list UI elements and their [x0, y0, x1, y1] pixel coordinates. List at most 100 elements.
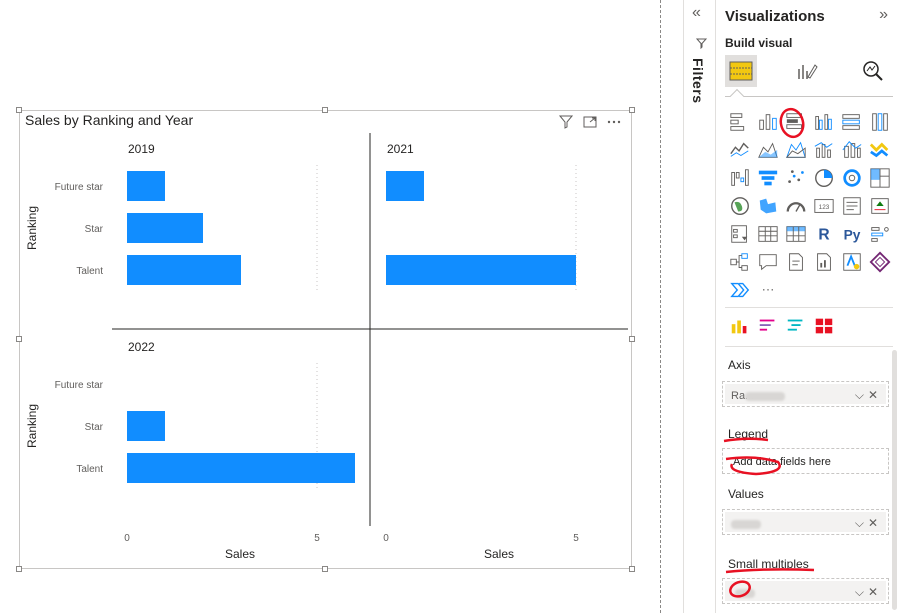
category-label: Future star — [55, 182, 104, 193]
100-stacked-column-icon[interactable] — [866, 108, 894, 136]
resize-handle[interactable] — [322, 107, 328, 113]
category-label: Talent — [76, 266, 103, 277]
values-well-label: Values — [728, 487, 764, 501]
analytics-magnifier-icon — [863, 61, 883, 81]
visualizations-pane: Visualizations » Build visual 123 R Py ·… — [715, 0, 897, 613]
format-visual-tab[interactable] — [791, 55, 823, 87]
scatter-icon[interactable] — [782, 164, 810, 192]
field-controls[interactable]: ⌵✕ — [855, 516, 882, 531]
line-stacked-column-icon[interactable] — [838, 136, 866, 164]
smart-narrative-icon[interactable] — [782, 248, 810, 276]
paintbrush-icon — [798, 64, 818, 79]
stacked-column-icon[interactable] — [754, 108, 782, 136]
paginated-report-icon[interactable] — [810, 248, 838, 276]
gallery-row — [726, 248, 894, 276]
python-visual-icon[interactable]: Py — [838, 220, 866, 248]
x-tick-label: 0 — [124, 533, 130, 544]
r-visual-icon[interactable]: R — [810, 220, 838, 248]
pie-icon[interactable] — [810, 164, 838, 192]
donut-icon[interactable] — [838, 164, 866, 192]
matrix-icon[interactable] — [782, 220, 810, 248]
resize-handle[interactable] — [629, 107, 635, 113]
small-multiples-bar-visual[interactable]: Sales by Ranking and Year 2019 Future sta… — [19, 110, 632, 569]
custom-visual-1-icon[interactable] — [726, 312, 754, 340]
card-icon[interactable]: 123 — [810, 192, 838, 220]
gallery-row — [726, 312, 894, 340]
small-multiples-well[interactable]: ⌵✕ — [722, 578, 889, 604]
power-apps-icon[interactable] — [866, 248, 894, 276]
svg-text:Py: Py — [844, 228, 861, 243]
slicer-icon[interactable] — [726, 220, 754, 248]
panel-title: 2022 — [128, 340, 155, 354]
gauge-icon[interactable] — [782, 192, 810, 220]
azure-map-icon[interactable] — [838, 248, 866, 276]
treemap-icon[interactable] — [866, 164, 894, 192]
stacked-bar-icon[interactable] — [726, 108, 754, 136]
key-influencers-icon[interactable] — [866, 220, 894, 248]
stacked-area-icon[interactable] — [782, 136, 810, 164]
resize-handle[interactable] — [629, 566, 635, 572]
field-controls[interactable]: ⌵✕ — [855, 388, 882, 403]
tab-caret — [729, 88, 745, 104]
pane-scrollbar[interactable] — [892, 350, 897, 610]
ribbon-chart-icon[interactable] — [866, 136, 894, 164]
bar — [386, 171, 424, 201]
table-icon[interactable] — [754, 220, 782, 248]
resize-handle[interactable] — [629, 336, 635, 342]
axis-well[interactable]: Ra... ⌵✕ — [722, 381, 889, 407]
funnel-icon[interactable] — [754, 164, 782, 192]
legend-well-label: Legend — [728, 427, 769, 441]
collapse-double-left-icon[interactable]: « — [692, 4, 701, 22]
line-chart-icon[interactable] — [726, 136, 754, 164]
build-visual-tab[interactable] — [725, 55, 757, 87]
filters-label[interactable]: Filters — [690, 58, 706, 104]
values-well[interactable]: ⌵✕ — [722, 509, 889, 535]
custom-visual-3-icon[interactable] — [782, 312, 810, 340]
category-label: Talent — [76, 464, 103, 475]
filters-pane-collapsed[interactable]: « Filters — [683, 0, 715, 613]
legend-placeholder: Add data fields here — [733, 456, 831, 468]
kpi-icon[interactable] — [866, 192, 894, 220]
y-axis-title: Ranking — [25, 404, 39, 448]
small-multiples-well-label: Small multiples — [728, 557, 809, 571]
custom-visual-gallery — [726, 312, 894, 340]
small-multiples-field-chip[interactable]: ⌵✕ — [725, 581, 886, 601]
decomposition-tree-icon[interactable] — [726, 248, 754, 276]
resize-handle[interactable] — [16, 566, 22, 572]
bar — [127, 411, 165, 441]
gallery-row: ··· — [726, 276, 894, 304]
map-icon[interactable] — [726, 192, 754, 220]
gallery-row: R Py — [726, 220, 894, 248]
gallery-row — [726, 108, 894, 136]
resize-handle[interactable] — [16, 336, 22, 342]
canvas-edge — [660, 0, 661, 613]
report-canvas: Sales by Ranking and Year 2019 Future sta… — [0, 0, 660, 613]
legend-well[interactable]: Add data fields here — [722, 448, 889, 474]
custom-visual-4-icon[interactable] — [810, 312, 838, 340]
more-visuals-icon[interactable]: ··· — [754, 276, 782, 304]
resize-handle[interactable] — [16, 107, 22, 113]
custom-visual-2-icon[interactable] — [754, 312, 782, 340]
resize-handle[interactable] — [322, 566, 328, 572]
line-clustered-column-icon[interactable] — [810, 136, 838, 164]
analytics-tab[interactable] — [857, 55, 889, 87]
field-controls[interactable]: ⌵✕ — [855, 585, 882, 600]
values-field-chip[interactable]: ⌵✕ — [725, 512, 886, 532]
collapse-double-right-icon[interactable]: » — [879, 6, 888, 24]
waterfall-icon[interactable] — [726, 164, 754, 192]
100-stacked-bar-icon[interactable] — [838, 108, 866, 136]
y-axis-title: Ranking — [25, 206, 39, 250]
x-axis-title: Sales — [484, 547, 514, 561]
funnel-icon — [695, 38, 708, 52]
clustered-bar-icon[interactable] — [782, 108, 810, 136]
redacted-text — [735, 589, 755, 598]
area-chart-icon[interactable] — [754, 136, 782, 164]
power-automate-icon[interactable] — [726, 276, 754, 304]
filled-map-icon[interactable] — [754, 192, 782, 220]
redacted-text — [745, 392, 785, 401]
multi-row-card-icon[interactable] — [838, 192, 866, 220]
clustered-column-icon[interactable] — [810, 108, 838, 136]
pane-title: Visualizations — [725, 8, 825, 25]
axis-field-chip[interactable]: Ra... ⌵✕ — [725, 384, 886, 404]
qa-icon[interactable] — [754, 248, 782, 276]
